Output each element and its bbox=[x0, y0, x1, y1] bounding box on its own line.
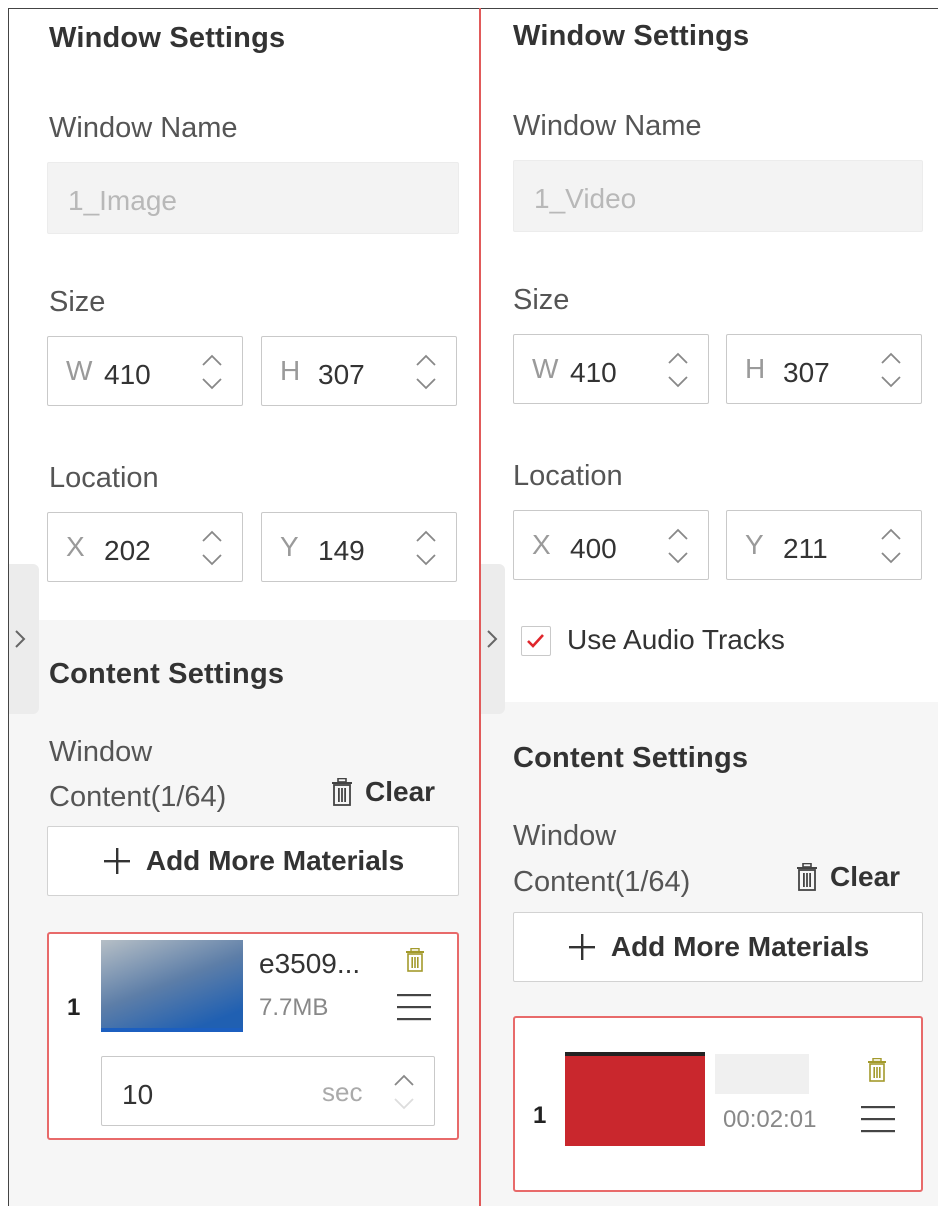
spin-arrows-icon[interactable] bbox=[200, 527, 224, 569]
window-name-input[interactable]: 1_Image bbox=[47, 162, 459, 234]
width-prefix: W bbox=[66, 355, 93, 386]
add-more-materials-button[interactable]: Add More Materials bbox=[47, 826, 459, 896]
chevron-right-icon bbox=[15, 630, 26, 648]
clear-label: Clear bbox=[830, 861, 901, 892]
add-more-materials-label: Add More Materials bbox=[145, 845, 405, 876]
y-prefix: Y bbox=[745, 529, 764, 560]
material-name-placeholder bbox=[715, 1054, 809, 1094]
spin-arrows-icon[interactable] bbox=[879, 349, 903, 391]
left-settings-panel: Window Settings Window Name 1_Image Size… bbox=[9, 8, 479, 1206]
use-audio-tracks-label[interactable]: Use Audio Tracks bbox=[567, 624, 785, 656]
y-stepper[interactable]: Y 149 bbox=[261, 512, 457, 582]
window-content-label-line2: Content(1/64) bbox=[513, 866, 691, 898]
duration-value: 10 bbox=[122, 1079, 154, 1110]
right-settings-panel: Window Settings Window Name 1_Video Size… bbox=[481, 8, 938, 1206]
height-value: 307 bbox=[783, 357, 830, 388]
collapse-panel-button[interactable] bbox=[481, 564, 505, 714]
location-label: Location bbox=[49, 462, 159, 494]
spin-arrows-icon[interactable] bbox=[666, 349, 690, 391]
content-settings-title: Content Settings bbox=[513, 742, 749, 774]
image-thumbnail bbox=[101, 940, 243, 1032]
height-prefix: H bbox=[280, 355, 301, 386]
video-thumbnail bbox=[565, 1052, 705, 1146]
material-index: 1 bbox=[67, 994, 81, 1021]
spin-arrows-icon[interactable] bbox=[414, 351, 438, 393]
window-settings-title: Window Settings bbox=[49, 22, 286, 54]
window-name-label: Window Name bbox=[49, 112, 238, 144]
x-prefix: X bbox=[532, 529, 551, 560]
width-value: 410 bbox=[104, 359, 151, 390]
plus-icon bbox=[103, 848, 130, 874]
material-index: 1 bbox=[533, 1102, 547, 1129]
window-name-input[interactable]: 1_Video bbox=[513, 160, 923, 232]
window-settings-title: Window Settings bbox=[513, 20, 750, 52]
clear-button[interactable]: Clear bbox=[796, 861, 900, 893]
material-file-size: 7.7MB bbox=[259, 994, 329, 1021]
checkmark-icon bbox=[527, 634, 544, 648]
clear-button[interactable]: Clear bbox=[331, 776, 435, 808]
height-prefix: H bbox=[745, 353, 766, 384]
width-value: 410 bbox=[570, 357, 617, 388]
size-label: Size bbox=[49, 286, 106, 318]
height-stepper[interactable]: H 307 bbox=[726, 334, 922, 404]
drag-handle-icon[interactable] bbox=[861, 1104, 895, 1136]
duration-unit: sec bbox=[322, 1077, 363, 1107]
delete-material-icon[interactable] bbox=[867, 1058, 887, 1082]
spin-arrows-icon[interactable] bbox=[200, 351, 224, 393]
y-value: 211 bbox=[783, 533, 828, 564]
x-prefix: X bbox=[66, 531, 85, 562]
x-value: 400 bbox=[570, 533, 617, 564]
trash-icon bbox=[332, 778, 352, 806]
use-audio-tracks-checkbox[interactable] bbox=[521, 626, 551, 656]
trash-icon bbox=[797, 863, 817, 891]
width-stepper[interactable]: W 410 bbox=[513, 334, 709, 404]
y-stepper[interactable]: Y 211 bbox=[726, 510, 922, 580]
window-content-label-line1: Window bbox=[49, 736, 153, 768]
y-value: 149 bbox=[318, 535, 365, 566]
add-more-materials-label: Add More Materials bbox=[610, 931, 870, 962]
x-value: 202 bbox=[104, 535, 151, 566]
y-prefix: Y bbox=[280, 531, 299, 562]
delete-material-icon[interactable] bbox=[405, 948, 425, 972]
width-stepper[interactable]: W 410 bbox=[47, 336, 243, 406]
size-label: Size bbox=[513, 284, 570, 316]
add-more-materials-button[interactable]: Add More Materials bbox=[513, 912, 923, 982]
spin-arrows-icon[interactable] bbox=[392, 1071, 416, 1113]
spin-arrows-icon[interactable] bbox=[414, 527, 438, 569]
material-file-name: e3509... bbox=[259, 948, 361, 979]
spin-arrows-icon[interactable] bbox=[879, 525, 903, 567]
x-stepper[interactable]: X 202 bbox=[47, 512, 243, 582]
window-name-label: Window Name bbox=[513, 110, 702, 142]
x-stepper[interactable]: X 400 bbox=[513, 510, 709, 580]
material-card[interactable]: 1 00:02:01 bbox=[513, 1016, 923, 1192]
spin-arrows-icon[interactable] bbox=[666, 525, 690, 567]
material-card[interactable]: 1 e3509... 7.7MB 10 sec bbox=[47, 932, 459, 1140]
drag-handle-icon[interactable] bbox=[397, 992, 431, 1024]
clear-label: Clear bbox=[365, 776, 436, 807]
location-label: Location bbox=[513, 460, 623, 492]
collapse-panel-button[interactable] bbox=[9, 564, 39, 714]
chevron-right-icon bbox=[487, 630, 498, 648]
window-content-label-line2: Content(1/64) bbox=[49, 781, 227, 813]
height-stepper[interactable]: H 307 bbox=[261, 336, 457, 406]
plus-icon bbox=[568, 934, 595, 960]
width-prefix: W bbox=[532, 353, 559, 384]
material-duration: 00:02:01 bbox=[723, 1106, 817, 1133]
content-settings-title: Content Settings bbox=[49, 658, 285, 690]
window-content-label-line1: Window bbox=[513, 820, 617, 852]
height-value: 307 bbox=[318, 359, 365, 390]
duration-stepper[interactable]: 10 sec bbox=[101, 1056, 435, 1126]
